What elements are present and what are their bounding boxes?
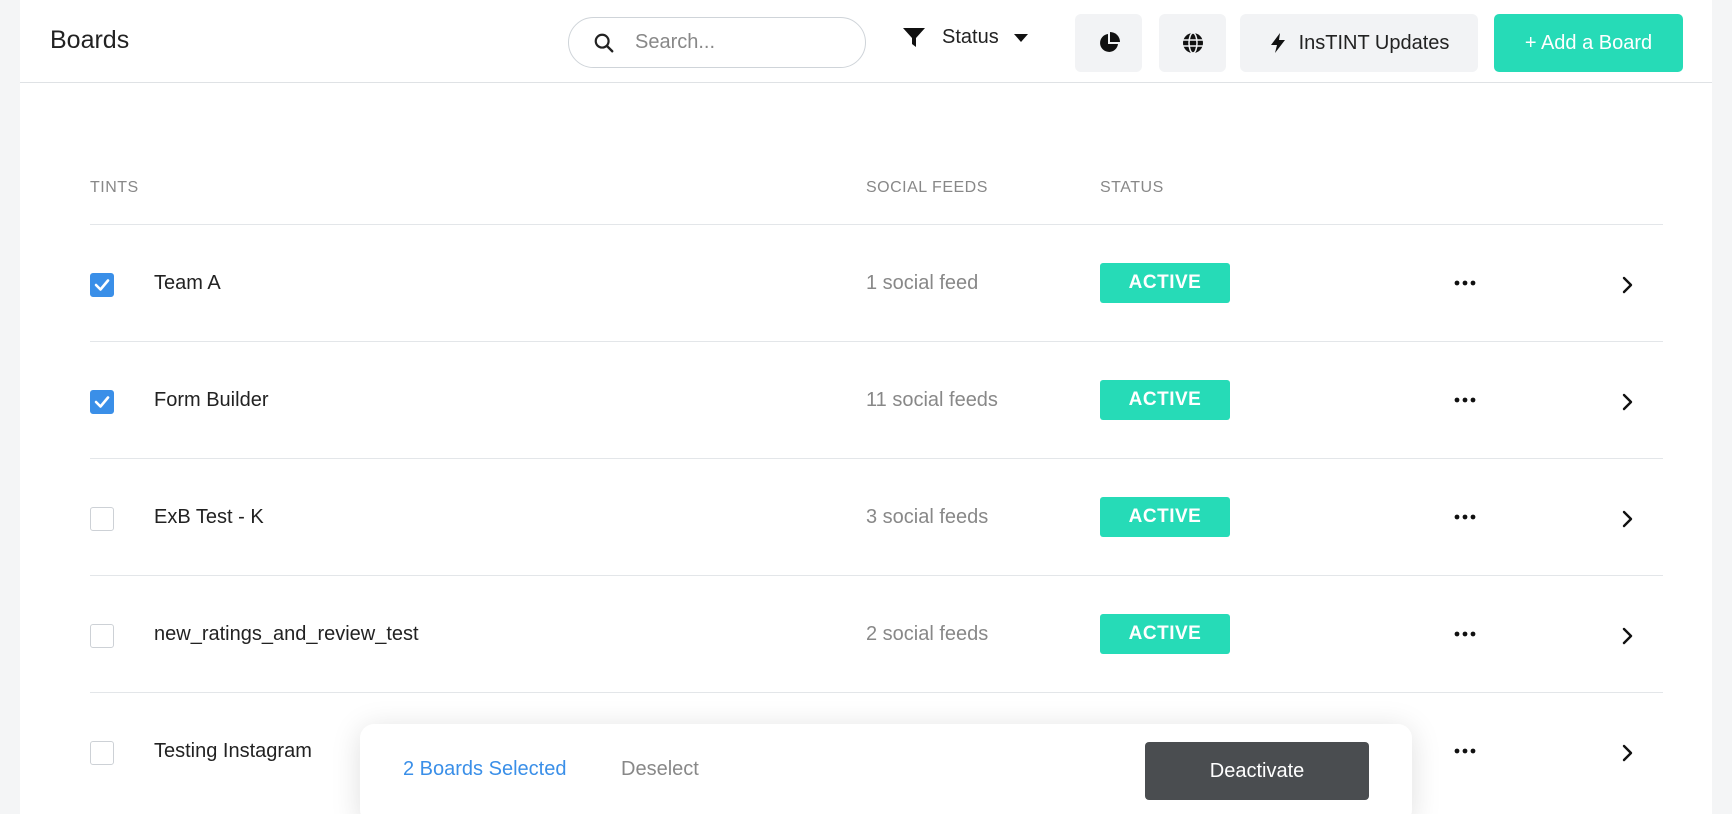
board-name: Testing Instagram [154, 740, 312, 762]
status-badge: ACTIVE [1100, 497, 1230, 537]
open-board-button[interactable] [1615, 273, 1639, 297]
selected-count: 2 Boards Selected [403, 758, 567, 780]
social-feed-count: 11 social feeds [866, 389, 998, 411]
chevron-right-icon [1622, 393, 1633, 411]
top-bar: Boards Status InsTINT Updates + Add a Bo… [20, 0, 1712, 83]
column-header-status: STATUS [1100, 179, 1164, 196]
more-dots-icon [1454, 514, 1476, 520]
open-board-button[interactable] [1615, 741, 1639, 765]
checkmark-icon [94, 279, 110, 291]
table-header: TINTS SOCIAL FEEDS STATUS [90, 165, 1663, 225]
chevron-right-icon [1622, 627, 1633, 645]
more-dots-icon [1454, 280, 1476, 286]
status-filter-label: Status [942, 26, 999, 48]
page-title: Boards [50, 26, 130, 54]
more-options-button[interactable] [1450, 505, 1480, 529]
checkmark-icon [94, 396, 110, 408]
table-row[interactable]: Form Builder 11 social feeds ACTIVE [90, 342, 1663, 459]
search-input[interactable] [635, 31, 835, 54]
search-box[interactable] [568, 17, 866, 68]
lightning-icon [1270, 33, 1285, 53]
open-board-button[interactable] [1615, 507, 1639, 531]
column-header-social-feeds: SOCIAL FEEDS [866, 179, 988, 196]
globe-icon [1182, 32, 1203, 54]
more-dots-icon [1454, 397, 1476, 403]
social-feed-count: 2 social feeds [866, 623, 989, 645]
status-badge: ACTIVE [1100, 380, 1230, 420]
row-checkbox[interactable] [90, 624, 114, 648]
more-options-button[interactable] [1450, 271, 1480, 295]
open-board-button[interactable] [1615, 624, 1639, 648]
open-board-button[interactable] [1615, 390, 1639, 414]
more-dots-icon [1454, 748, 1476, 754]
funnel-icon [903, 27, 925, 47]
board-name: Form Builder [154, 389, 269, 411]
board-name: new_ratings_and_review_test [154, 623, 419, 645]
search-icon [594, 33, 614, 52]
globe-button[interactable] [1159, 14, 1226, 72]
row-checkbox[interactable] [90, 390, 114, 414]
app-window: Boards Status InsTINT Updates + Add a Bo… [20, 0, 1712, 814]
row-checkbox[interactable] [90, 273, 114, 297]
board-name: ExB Test - K [154, 506, 264, 528]
chevron-right-icon [1622, 744, 1633, 762]
table-row[interactable]: Team A 1 social feed ACTIVE [90, 225, 1663, 342]
table-row[interactable]: ExB Test - K 3 social feeds ACTIVE [90, 459, 1663, 576]
social-feed-count: 3 social feeds [866, 506, 989, 528]
add-board-button[interactable]: + Add a Board [1494, 14, 1683, 72]
deactivate-button[interactable]: Deactivate [1145, 742, 1369, 800]
column-header-tints: TINTS [90, 179, 139, 196]
status-badge: ACTIVE [1100, 614, 1230, 654]
boards-table: TINTS SOCIAL FEEDS STATUS Team A 1 socia… [90, 165, 1663, 810]
more-options-button[interactable] [1450, 622, 1480, 646]
instint-updates-button[interactable]: InsTINT Updates [1240, 14, 1478, 72]
chevron-right-icon [1622, 276, 1633, 294]
more-dots-icon [1454, 631, 1476, 637]
row-checkbox[interactable] [90, 741, 114, 765]
board-name: Team A [154, 272, 221, 294]
status-filter-dropdown[interactable]: Status [902, 26, 1029, 49]
caret-down-icon [1013, 33, 1028, 42]
more-options-button[interactable] [1450, 739, 1480, 763]
status-badge: ACTIVE [1100, 263, 1230, 303]
analytics-button[interactable] [1075, 14, 1142, 72]
row-checkbox[interactable] [90, 507, 114, 531]
instint-updates-label: InsTINT Updates [1298, 31, 1450, 54]
chevron-right-icon [1622, 510, 1633, 528]
pie-chart-icon [1099, 32, 1120, 52]
deselect-button[interactable]: Deselect [621, 758, 699, 781]
social-feed-count: 1 social feed [866, 272, 979, 294]
selection-action-bar: 2 Boards Selected Deselect Deactivate [360, 724, 1412, 814]
more-options-button[interactable] [1450, 388, 1480, 412]
table-row[interactable]: new_ratings_and_review_test 2 social fee… [90, 576, 1663, 693]
